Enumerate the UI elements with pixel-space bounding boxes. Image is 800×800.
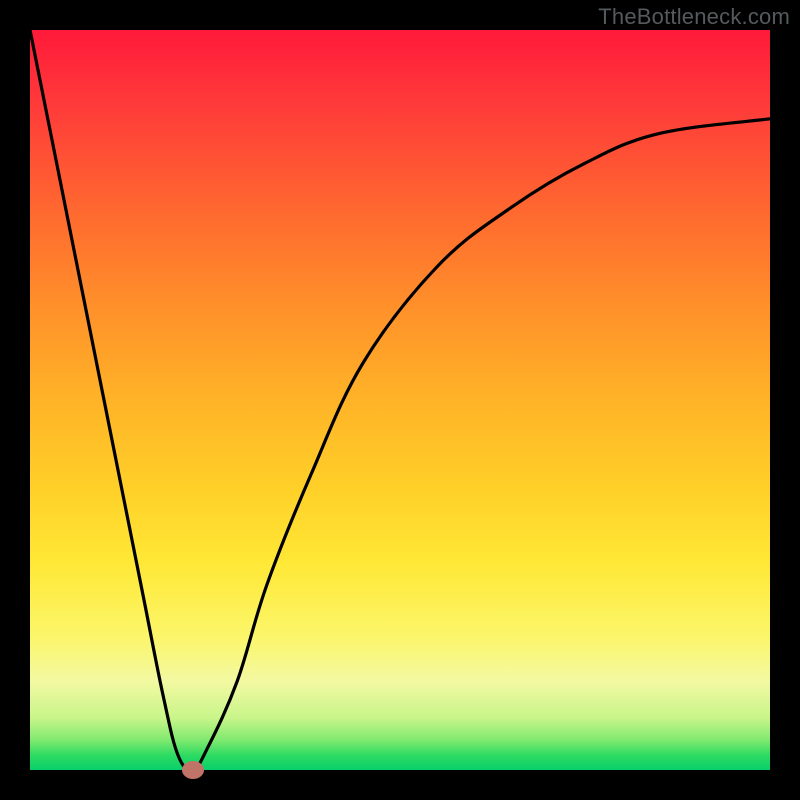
attribution-text: TheBottleneck.com [598, 4, 790, 30]
optimum-marker [182, 761, 204, 779]
chart-container: TheBottleneck.com [0, 0, 800, 800]
bottleneck-curve [30, 30, 770, 770]
plot-area [30, 30, 770, 770]
